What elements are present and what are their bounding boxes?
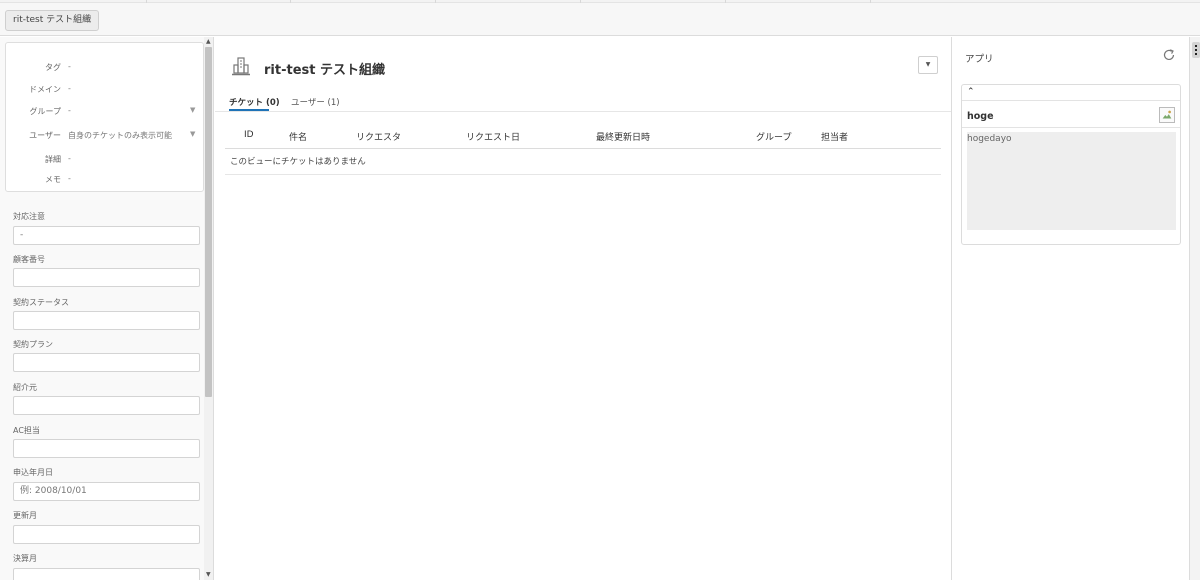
property-row-users[interactable]: ユーザー 自身のチケットのみ表示可能 ▼: [6, 130, 205, 142]
property-row-notes[interactable]: メモ -: [6, 174, 205, 186]
apps-panel-title: アプリ: [965, 54, 994, 65]
column-header-id[interactable]: ID: [244, 130, 254, 140]
property-value: -: [68, 62, 71, 71]
field-application-date-input[interactable]: 例: 2008/10/01: [13, 482, 200, 501]
column-header-group[interactable]: グループ: [756, 130, 791, 143]
property-key: メモ: [45, 175, 61, 184]
app-card-divider: [962, 100, 1180, 101]
property-value: 自身のチケットのみ表示可能: [68, 131, 172, 140]
property-key: ドメイン: [29, 85, 61, 94]
column-header-assignee[interactable]: 担当者: [821, 130, 848, 143]
property-key: グループ: [29, 107, 61, 116]
property-row-details[interactable]: 詳細 -: [6, 154, 205, 166]
table-header-divider: [225, 148, 941, 149]
refresh-icon[interactable]: [1162, 48, 1176, 62]
property-key: ユーザー: [29, 131, 61, 140]
scrollbar-thumb[interactable]: [205, 47, 212, 397]
chevron-down-icon: ▼: [190, 106, 196, 114]
sidebar-scrollbar[interactable]: ▲ ▼: [204, 37, 213, 580]
tab-users[interactable]: ユーザー (1): [291, 96, 340, 108]
field-label: 決算月: [13, 554, 37, 563]
org-sidebar: タグ - ドメイン - グループ - ▼ ユーザー 自身のチケットのみ表示可能 …: [0, 37, 214, 580]
app-card-divider: [962, 127, 1180, 128]
breadcrumb-org-button[interactable]: rit-test テスト組織: [5, 10, 100, 31]
scroll-down-icon[interactable]: ▼: [206, 571, 211, 578]
org-properties-card: タグ - ドメイン - グループ - ▼ ユーザー 自身のチケットのみ表示可能 …: [5, 42, 204, 192]
table-row-divider: [225, 174, 941, 175]
property-row-domain[interactable]: ドメイン -: [6, 84, 205, 96]
column-header-subject[interactable]: 件名: [289, 130, 307, 143]
field-label: AC担当: [13, 426, 40, 435]
tab-tickets[interactable]: チケット (0): [229, 96, 280, 108]
field-label: 契約プラン: [13, 340, 53, 349]
app-content: hogedayo: [967, 132, 1176, 230]
app-name: hoge: [967, 111, 994, 122]
empty-table-message: このビューにチケットはありません: [230, 157, 366, 167]
chevron-down-icon: ▼: [925, 61, 931, 68]
field-customer-number-input[interactable]: [13, 268, 200, 287]
scroll-up-icon[interactable]: ▲: [206, 38, 211, 45]
field-ac-owner-input[interactable]: [13, 439, 200, 458]
breadcrumb-bar: rit-test テスト組織: [0, 3, 1200, 36]
property-value: -: [68, 154, 71, 163]
field-renewal-month-input[interactable]: [13, 525, 200, 544]
app-card: ⌃ hoge hogedayo: [961, 84, 1181, 245]
page-title: rit-test テスト組織: [264, 63, 385, 78]
org-main-panel: rit-test テスト組織 ▼ チケット (0) ユーザー (1) ID 件名…: [215, 37, 951, 580]
field-label: 対応注意: [13, 212, 45, 221]
field-label: 顧客番号: [13, 255, 45, 264]
field-label: 更新月: [13, 511, 37, 520]
column-header-requester[interactable]: リクエスタ: [356, 130, 401, 143]
field-label: 紹介元: [13, 383, 37, 392]
apps-toggle-icon[interactable]: [1192, 42, 1200, 58]
column-header-request-date[interactable]: リクエスト日: [466, 130, 520, 143]
property-row-group[interactable]: グループ - ▼: [6, 106, 205, 118]
property-value: -: [68, 84, 71, 93]
apps-rail: [1189, 37, 1200, 580]
field-fiscal-month-input[interactable]: [13, 568, 200, 580]
column-header-last-updated[interactable]: 最終更新日時: [596, 130, 650, 143]
apps-panel: アプリ ⌃ hoge hogedayo: [951, 37, 1189, 580]
property-value: -: [68, 106, 71, 115]
field-contract-plan-input[interactable]: [13, 353, 200, 372]
property-key: タグ: [45, 63, 61, 72]
org-actions-dropdown-button[interactable]: ▼: [918, 56, 938, 74]
chevron-up-icon[interactable]: ⌃: [967, 87, 975, 97]
field-label: 申込年月日: [13, 468, 53, 477]
chevron-down-icon: ▼: [190, 130, 196, 138]
field-contract-status-input[interactable]: [13, 311, 200, 330]
field-caution-input[interactable]: -: [13, 226, 200, 245]
field-referrer-input[interactable]: [13, 396, 200, 415]
organization-icon: [232, 57, 250, 76]
property-value: -: [68, 174, 71, 183]
tabs-divider: [215, 111, 951, 112]
field-label: 契約ステータス: [13, 298, 69, 307]
property-row-tags[interactable]: タグ -: [6, 62, 205, 74]
broken-image-icon: [1159, 107, 1175, 123]
property-key: 詳細: [45, 155, 61, 164]
